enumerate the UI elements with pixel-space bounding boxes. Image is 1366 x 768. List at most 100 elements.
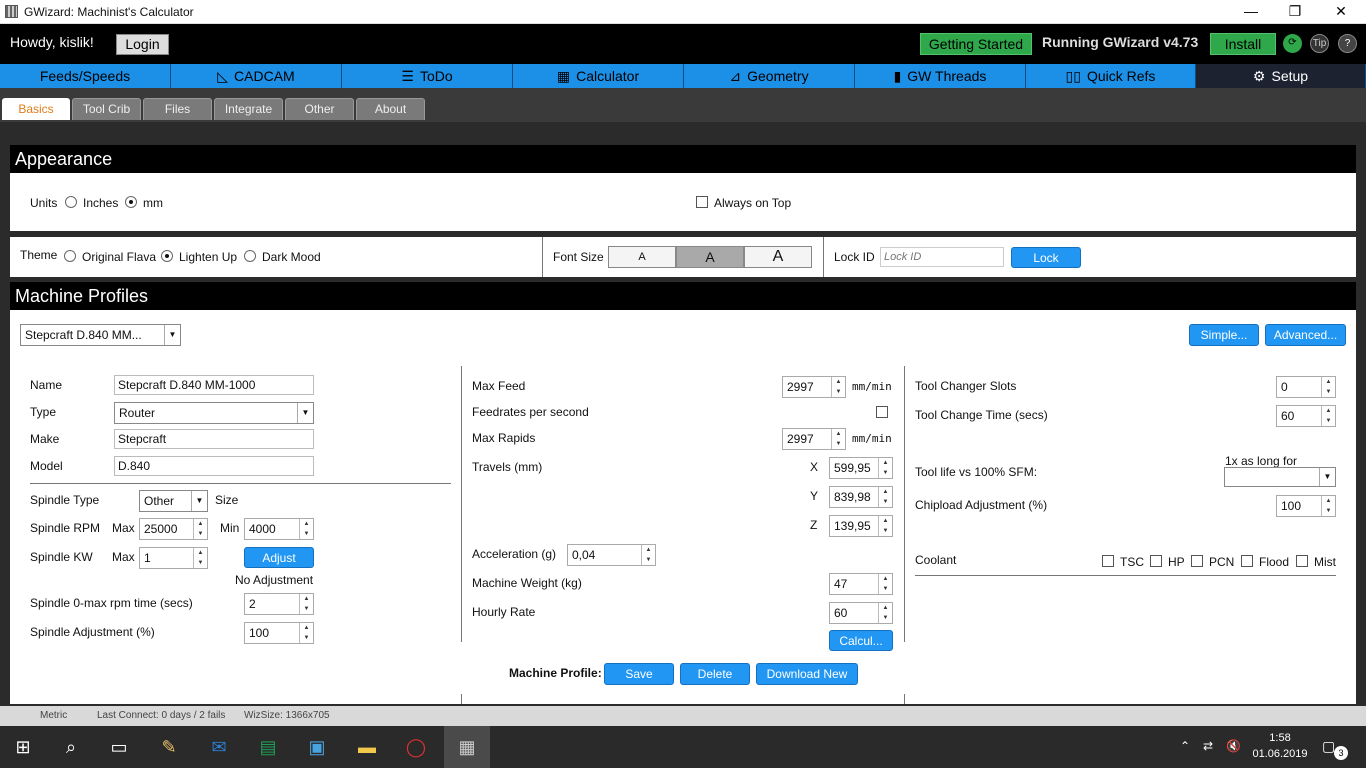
max-rapids-input[interactable]: 2997 ▲ ▼ xyxy=(782,428,846,450)
maximize-button[interactable]: ❐ xyxy=(1272,0,1318,24)
gwizard-app-icon[interactable]: ▦ xyxy=(444,726,490,768)
stepper-icon[interactable]: ▲ ▼ xyxy=(193,548,207,568)
stepper-icon[interactable]: ▲ ▼ xyxy=(831,429,845,449)
outlook-app-icon[interactable]: ✉ xyxy=(206,734,232,760)
type-select[interactable]: Router ▼ xyxy=(114,402,314,424)
lock-id-input[interactable] xyxy=(880,247,1004,267)
download-new-button[interactable]: Download New xyxy=(756,663,858,685)
tab-todo[interactable]: ☰ ToDo xyxy=(342,64,513,88)
paint-app-icon[interactable]: ✎ xyxy=(156,734,182,760)
minimize-button[interactable]: — xyxy=(1228,0,1274,24)
stepper-icon[interactable]: ▲ ▼ xyxy=(1321,377,1335,397)
clock-date[interactable]: 01.06.2019 xyxy=(1250,748,1310,760)
feed-per-sec-checkbox[interactable] xyxy=(876,406,888,418)
subtab-tool-crib[interactable]: Tool Crib xyxy=(72,98,141,120)
stepper-icon[interactable]: ▲ ▼ xyxy=(878,487,892,507)
units-mm-radio[interactable] xyxy=(125,196,137,208)
tab-cadcam[interactable]: ◺ CADCAM xyxy=(171,64,342,88)
stepper-icon[interactable]: ▲ ▼ xyxy=(878,458,892,478)
theme-dark-radio[interactable] xyxy=(244,250,256,262)
tab-calculator[interactable]: ▦ Calculator xyxy=(513,64,684,88)
stepper-icon[interactable]: ▲ ▼ xyxy=(831,377,845,397)
spindle-type-select[interactable]: Other ▼ xyxy=(139,490,208,512)
network-icon[interactable]: ⇄ xyxy=(1203,739,1213,753)
coolant-flood-checkbox[interactable] xyxy=(1241,555,1253,567)
login-button[interactable]: Login xyxy=(116,34,169,55)
tab-feeds-speeds[interactable]: Feeds/Speeds xyxy=(0,64,171,88)
travel-z-input[interactable]: 139,95 ▲ ▼ xyxy=(829,515,893,537)
tip-icon[interactable]: Tip xyxy=(1310,34,1329,53)
model-input[interactable]: D.840 xyxy=(114,456,314,476)
subtab-about[interactable]: About xyxy=(356,98,425,120)
weight-input[interactable]: 47 ▲ ▼ xyxy=(829,573,893,595)
kw-max-input[interactable]: 1 ▲ ▼ xyxy=(139,547,208,569)
travel-x-input[interactable]: 599,95 ▲ ▼ xyxy=(829,457,893,479)
coolant-tsc-checkbox[interactable] xyxy=(1102,555,1114,567)
rpm-min-input[interactable]: 4000 ▲ ▼ xyxy=(244,518,314,540)
tray-up-icon[interactable]: ⌃ xyxy=(1180,739,1190,753)
windows-start-icon[interactable]: ⊞ xyxy=(10,734,36,760)
opera-browser-icon[interactable]: ◯ xyxy=(403,734,429,760)
advanced-button[interactable]: Advanced... xyxy=(1265,324,1346,346)
stepper-icon[interactable]: ▲ ▼ xyxy=(299,519,313,539)
search-icon[interactable]: ⌕ xyxy=(58,734,84,760)
stepper-icon[interactable]: ▲ ▼ xyxy=(1321,406,1335,426)
stepper-icon[interactable]: ▲ ▼ xyxy=(878,516,892,536)
make-input[interactable]: Stepcraft xyxy=(114,429,314,449)
spindle-adj-input[interactable]: 100 ▲ ▼ xyxy=(244,622,314,644)
adjust-button[interactable]: Adjust xyxy=(244,547,314,568)
font-size-small-button[interactable]: A xyxy=(608,246,676,268)
theme-original-radio[interactable] xyxy=(64,250,76,262)
volume-muted-icon[interactable]: 🔇 xyxy=(1226,739,1241,753)
clock-time[interactable]: 1:58 xyxy=(1252,732,1308,744)
stepper-icon[interactable]: ▲ ▼ xyxy=(299,623,313,643)
help-icon[interactable]: ? xyxy=(1338,34,1357,53)
subtab-basics[interactable]: Basics xyxy=(2,98,70,120)
delete-profile-button[interactable]: Delete xyxy=(680,663,750,685)
calcul-button[interactable]: Calcul... xyxy=(829,630,893,651)
save-profile-button[interactable]: Save xyxy=(604,663,674,685)
sync-icon[interactable]: ⟳ xyxy=(1283,34,1302,53)
accel-input[interactable]: 0,04 ▲ ▼ xyxy=(567,544,656,566)
tc-slots-input[interactable]: 0 ▲ ▼ xyxy=(1276,376,1336,398)
tc-time-input[interactable]: 60 ▲ ▼ xyxy=(1276,405,1336,427)
subtab-files[interactable]: Files xyxy=(143,98,212,120)
desktop-app-icon[interactable]: ▣ xyxy=(304,734,330,760)
name-input[interactable]: Stepcraft D.840 MM-1000 xyxy=(114,375,314,395)
tab-gw-threads[interactable]: ▮ GW Threads xyxy=(855,64,1026,88)
coolant-pcn-checkbox[interactable] xyxy=(1191,555,1203,567)
profile-select[interactable]: Stepcraft D.840 MM... ▼ xyxy=(20,324,181,346)
stepper-icon[interactable]: ▲ ▼ xyxy=(878,603,892,623)
tab-quick-refs[interactable]: ▯▯ Quick Refs xyxy=(1026,64,1196,88)
close-button[interactable]: ✕ xyxy=(1318,0,1364,24)
rpm-max-input[interactable]: 25000 ▲ ▼ xyxy=(139,518,208,540)
subtab-integrate[interactable]: Integrate xyxy=(214,98,283,120)
stepper-icon[interactable]: ▲ ▼ xyxy=(1321,496,1335,516)
stepper-icon[interactable]: ▲ ▼ xyxy=(641,545,655,565)
simple-button[interactable]: Simple... xyxy=(1189,324,1259,346)
stepper-icon[interactable]: ▲ ▼ xyxy=(299,594,313,614)
max-feed-input[interactable]: 2997 ▲ ▼ xyxy=(782,376,846,398)
coolant-mist-checkbox[interactable] xyxy=(1296,555,1308,567)
excel-app-icon[interactable]: ▤ xyxy=(255,734,281,760)
task-view-icon[interactable]: ▭ xyxy=(106,734,132,760)
tab-setup[interactable]: ⚙ Setup xyxy=(1196,64,1366,88)
lock-button[interactable]: Lock xyxy=(1011,247,1081,268)
stepper-icon[interactable]: ▲ ▼ xyxy=(878,574,892,594)
font-size-large-button[interactable]: A xyxy=(744,246,812,268)
coolant-hp-checkbox[interactable] xyxy=(1150,555,1162,567)
install-button[interactable]: Install xyxy=(1210,33,1276,55)
stepper-icon[interactable]: ▲ ▼ xyxy=(193,519,207,539)
chipload-input[interactable]: 100 ▲ ▼ xyxy=(1276,495,1336,517)
subtab-other[interactable]: Other xyxy=(285,98,354,120)
travel-y-input[interactable]: 839,98 ▲ ▼ xyxy=(829,486,893,508)
getting-started-button[interactable]: Getting Started xyxy=(920,33,1032,55)
hourly-input[interactable]: 60 ▲ ▼ xyxy=(829,602,893,624)
font-size-medium-button[interactable]: A xyxy=(676,246,744,268)
units-inches-radio[interactable] xyxy=(65,196,77,208)
tool-life-select[interactable]: ▼ xyxy=(1224,467,1336,487)
file-explorer-icon[interactable]: ▬ xyxy=(354,734,380,760)
rpm-time-input[interactable]: 2 ▲ ▼ xyxy=(244,593,314,615)
always-on-top-checkbox[interactable] xyxy=(696,196,708,208)
tab-geometry[interactable]: ⊿ Geometry xyxy=(684,64,855,88)
